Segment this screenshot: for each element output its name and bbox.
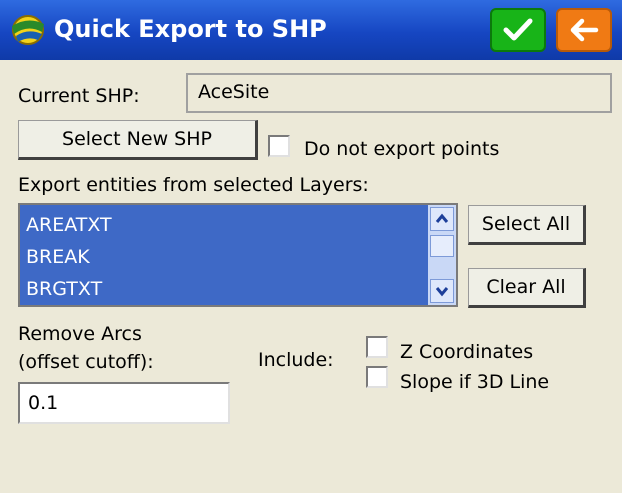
current-shp-label: Current SHP: [18,85,140,107]
chevron-down-icon [435,287,449,297]
scroll-up-button[interactable] [430,207,454,231]
remove-arcs-label: Remove Arcs [18,323,142,345]
select-all-button[interactable]: Select All [468,205,586,245]
include-label: Include: [258,349,334,371]
slope-3d-label: Slope if 3D Line [400,371,550,393]
list-item[interactable]: AREATXT [26,213,112,237]
select-new-shp-button[interactable]: Select New SHP [18,120,258,160]
app-logo-icon [12,15,44,45]
scroll-thumb[interactable] [430,235,454,257]
list-item[interactable]: BRGTXT [26,277,102,301]
title-bar: Quick Export to SHP [0,0,622,60]
arrow-left-icon [570,18,599,42]
do-not-export-points-checkbox[interactable] [268,135,290,157]
offset-cutoff-label: (offset cutoff): [18,351,154,373]
slope-3d-checkbox[interactable] [366,366,388,388]
list-scrollbar[interactable] [428,205,456,305]
list-item[interactable]: BREAK [26,245,90,269]
scroll-down-button[interactable] [430,279,454,303]
back-button[interactable] [556,8,612,52]
offset-cutoff-input[interactable]: 0.1 [18,382,230,424]
clear-all-button[interactable]: Clear All [468,268,586,308]
checkmark-icon [503,18,533,41]
layers-label: Export entities from selected Layers: [18,174,369,196]
z-coordinates-label: Z Coordinates [400,341,534,363]
ok-button[interactable] [490,8,546,52]
window-title: Quick Export to SHP [54,15,327,43]
current-shp-field: AceSite [186,73,612,113]
layers-list[interactable]: AREATXT BREAK BRGTXT [18,203,458,307]
chevron-up-icon [435,213,449,223]
z-coordinates-checkbox[interactable] [366,336,388,358]
do-not-export-points-label: Do not export points [304,138,500,160]
